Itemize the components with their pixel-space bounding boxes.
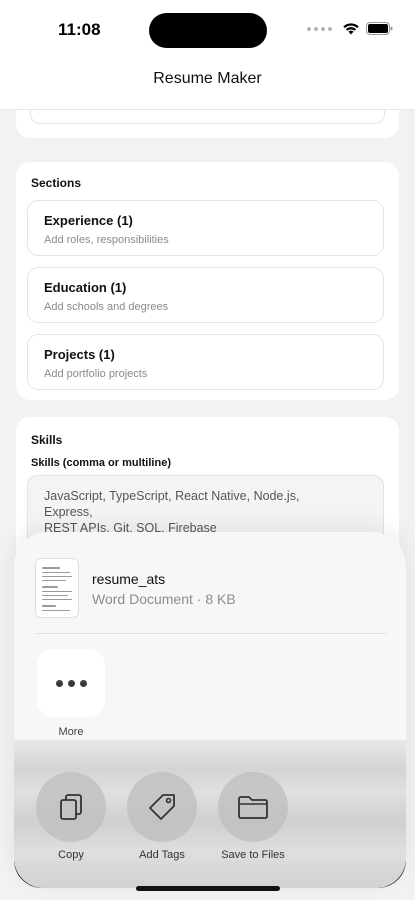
tag-icon (149, 794, 175, 820)
add-tags-label: Add Tags (139, 849, 185, 861)
save-to-files-label: Save to Files (221, 849, 285, 861)
share-actions: Copy Add Tags Save to Files (14, 740, 406, 888)
skills-title: Skills (31, 433, 63, 447)
skills-input-value: JavaScript, TypeScript, React Native, No… (44, 489, 300, 535)
navigation-bar: Resume Maker (0, 62, 415, 110)
sections-title: Sections (31, 176, 82, 190)
copy-button[interactable] (36, 772, 106, 842)
file-name: resume_ats (92, 571, 166, 587)
section-item-label: Projects (1) (44, 347, 115, 362)
more-button[interactable] (37, 649, 105, 717)
wifi-icon (343, 23, 359, 35)
copy-label: Copy (58, 849, 84, 861)
more-dot-icon (79, 679, 87, 687)
file-meta: Word Document · 8 KB (92, 591, 236, 607)
previous-card (16, 110, 399, 138)
section-item-description: Add schools and degrees (44, 301, 169, 313)
status-bar: 11:08 (0, 0, 415, 62)
cellular-signal-icon (307, 26, 332, 31)
battery-icon (366, 22, 393, 35)
section-item-label: Education (1) (44, 280, 127, 295)
previous-card-field[interactable] (30, 110, 385, 124)
home-indicator[interactable] (136, 886, 280, 891)
sheet-divider (35, 633, 387, 634)
section-item-education[interactable]: Education (1) Add schools and degrees (27, 267, 384, 323)
more-dot-icon (67, 679, 75, 687)
section-item-description: Add portfolio projects (44, 368, 148, 380)
status-icons (307, 22, 393, 35)
more-dot-icon (55, 679, 63, 687)
section-item-label: Experience (1) (44, 213, 133, 228)
copy-icon (60, 794, 82, 820)
section-item-experience[interactable]: Experience (1) Add roles, responsibiliti… (27, 200, 384, 256)
document-thumbnail (35, 558, 79, 618)
skills-field-label: Skills (comma or multiline) (31, 457, 171, 469)
dynamic-island (149, 13, 267, 48)
folder-icon (238, 796, 268, 819)
add-tags-button[interactable] (127, 772, 197, 842)
section-item-description: Add roles, responsibilities (44, 234, 169, 246)
status-time: 11:08 (58, 20, 101, 39)
section-item-projects[interactable]: Projects (1) Add portfolio projects (27, 334, 384, 390)
sections-card: Sections Experience (1) Add roles, respo… (16, 162, 399, 400)
more-label: More (58, 726, 84, 738)
page-title: Resume Maker (153, 70, 262, 87)
save-to-files-button[interactable] (218, 772, 288, 842)
share-sheet: resume_ats Word Document · 8 KB More Cop… (14, 532, 406, 888)
